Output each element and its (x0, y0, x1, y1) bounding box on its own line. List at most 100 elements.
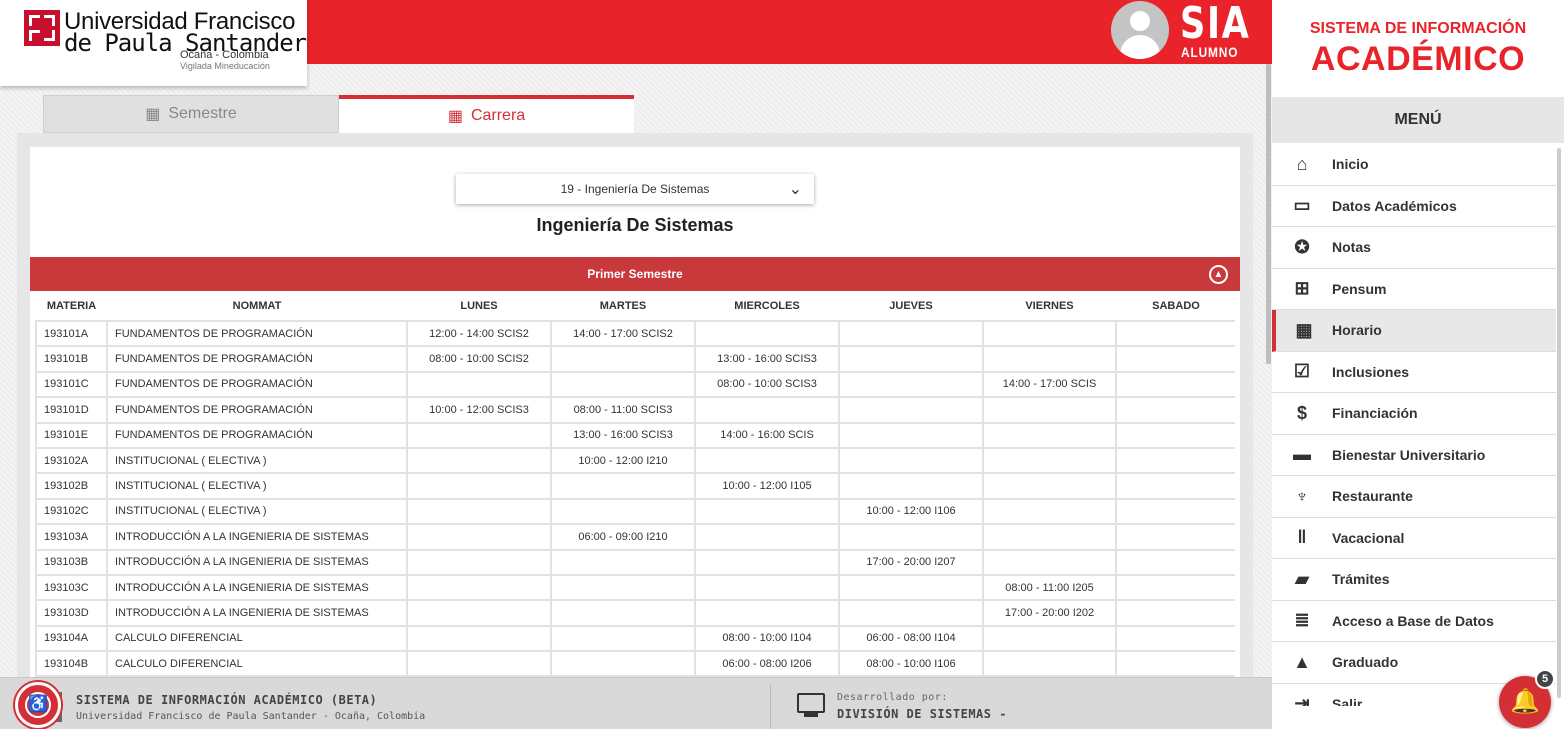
schedule-cell (982, 624, 1117, 653)
schedule-table-container: MATERIA NOMMAT LUNES MARTES MIERCOLES JU… (35, 292, 1235, 678)
column-header[interactable]: SABADO (1116, 292, 1235, 321)
schedule-cell (694, 497, 840, 526)
sidebar-item-inicio[interactable]: ⌂ Inicio (1272, 144, 1556, 186)
table-row: 193101B FUNDAMENTOS DE PROGRAMACIÓN 08:00 … (35, 345, 1235, 373)
column-header[interactable]: MATERIA (36, 292, 107, 321)
sidebar-item-tramites[interactable]: ▰ Trámites (1272, 559, 1556, 601)
tab-carrera[interactable]: ▦ Carrera (339, 95, 634, 133)
table-row: 193103C INTRODUCCIÓN A LA INGENIERIA DE S… (35, 573, 1235, 602)
sidebar-item-horario[interactable]: ▦ Horario (1272, 310, 1556, 352)
user-avatar-icon[interactable] (1111, 1, 1169, 59)
schedule-cell (550, 573, 696, 602)
schedule-cell (1115, 472, 1235, 500)
column-header[interactable]: NOMMAT (107, 292, 407, 321)
monitor-icon (797, 693, 825, 713)
column-header[interactable]: LUNES (407, 292, 551, 321)
sitemap-icon: ⊞ (1294, 278, 1310, 299)
books-icon: ‖ (1297, 527, 1307, 548)
exit-icon: ⇥ (1294, 693, 1310, 706)
menu-heading: MENÚ (1272, 97, 1564, 143)
column-header[interactable]: JUEVES (839, 292, 983, 321)
schedule-cell (550, 624, 696, 653)
table-row: 193102C INSTITUCIONAL ( ELECTIVA ) 10:00 -… (35, 497, 1235, 526)
dollar-icon: $ (1296, 402, 1307, 423)
course-code-cell: 193104B (35, 650, 108, 678)
schedule-cell (838, 370, 984, 399)
sidebar-item-label: Restaurante (1332, 488, 1413, 505)
main-scrollbar[interactable] (1266, 64, 1271, 364)
schedule-cell: 08:00 - 10:00 I106 (838, 650, 984, 678)
sidebar-item-bienestar[interactable]: ▬ Bienestar Universitario (1272, 435, 1556, 476)
course-name-cell: CALCULO DIFERENCIAL (106, 624, 408, 653)
sidebar-item-label: Trámites (1332, 571, 1390, 588)
course-name-cell: INTRODUCCIÓN A LA INGENIERIA DE SISTEMAS (106, 548, 408, 576)
sidebar-item-financiacion[interactable]: $ Financiación (1272, 393, 1556, 435)
table-row: 193104A CALCULO DIFERENCIAL 08:00 - 10:00 … (35, 624, 1235, 653)
table-row: 193103B INTRODUCCIÓN A LA INGENIERIA DE S… (35, 548, 1235, 576)
sidebar-item-pensum[interactable]: ⊞ Pensum (1272, 269, 1556, 310)
sidebar-item-inclusiones[interactable]: ☑ Inclusiones (1272, 352, 1556, 393)
career-title: Ingeniería De Sistemas (536, 215, 734, 235)
course-name-cell: INSTITUCIONAL ( ELECTIVA ) (106, 446, 408, 475)
sidebar-title-big: ACADÉMICO (1310, 40, 1526, 78)
column-header[interactable]: VIERNES (983, 292, 1116, 321)
schedule-cell (694, 523, 840, 551)
schedule-cell (406, 548, 552, 576)
sidebar-item-vacacional[interactable]: ‖ Vacacional (1272, 518, 1556, 559)
schedule-cell (1115, 599, 1235, 627)
semester-header[interactable]: Primer Semestre ▲ (30, 257, 1240, 291)
footer-dev-label: Desarrollado por: (837, 692, 948, 703)
schedule-cell: 13:00 - 16:00 SCIS3 (550, 421, 696, 449)
university-logo[interactable]: Universidad Francisco de Paula Santander… (0, 0, 307, 86)
database-icon: ≣ (1294, 610, 1310, 631)
calendar-icon: ▦ (145, 106, 161, 123)
sidebar-item-notas[interactable]: ✪ Notas (1272, 227, 1556, 269)
schedule-cell: 12:00 - 14:00 SCIS2 (406, 319, 552, 348)
schedule-cell (550, 548, 696, 576)
schedule-cell (406, 472, 552, 500)
course-name-cell: FUNDAMENTOS DE PROGRAMACIÓN (106, 370, 408, 399)
schedule-cell (838, 599, 984, 627)
schedule-cell (838, 446, 984, 475)
column-header[interactable]: MARTES (551, 292, 695, 321)
tab-semestre[interactable]: ▦ Semestre (43, 95, 339, 133)
schedule-cell: 14:00 - 17:00 SCIS2 (550, 319, 696, 348)
accessibility-button[interactable]: ♿ (15, 682, 61, 728)
column-header[interactable]: MIERCOLES (695, 292, 839, 321)
sidebar-title-small: SISTEMA DE INFORMACIÓN (1309, 20, 1527, 37)
schedule-cell (1115, 345, 1235, 373)
schedule-cell (838, 523, 984, 551)
sidebar-menu: ⌂ Inicio ▭ Datos Académicos ✪ Notas ⊞ Pensum… (1272, 144, 1556, 706)
table-row: 193101E FUNDAMENTOS DE PROGRAMACIÓN 13:00 … (35, 421, 1235, 449)
course-code-cell: 193101B (35, 345, 108, 373)
course-name-cell: FUNDAMENTOS DE PROGRAMACIÓN (106, 319, 408, 348)
sidebar-item-restaurante[interactable]: ♆ Restaurante (1272, 476, 1556, 518)
schedule-cell (406, 421, 552, 449)
schedule-cell (1115, 497, 1235, 526)
collapse-up-icon[interactable]: ▲ (1209, 265, 1228, 284)
schedule-cell (694, 319, 840, 348)
course-name-cell: INTRODUCCIÓN A LA INGENIERIA DE SISTEMAS (106, 573, 408, 602)
sidebar-item-base-datos[interactable]: ≣ Acceso a Base de Datos (1272, 601, 1556, 642)
medal-icon: ✪ (1294, 236, 1310, 257)
sidebar-scrollbar[interactable] (1557, 148, 1561, 698)
monitor-stand-icon (804, 713, 818, 717)
schedule-cell (694, 446, 840, 475)
chevron-down-icon: ⌄ (788, 181, 802, 198)
schedule-cell (550, 345, 696, 373)
table-row: 193103A INTRODUCCIÓN A LA INGENIERIA DE S… (35, 523, 1235, 551)
career-select[interactable]: 19 - Ingeniería De Sistemas ⌄ (456, 174, 814, 204)
schedule-cell (694, 396, 840, 424)
sidebar-item-label: Notas (1332, 239, 1371, 256)
notification-count-badge[interactable]: 5 (1535, 669, 1555, 689)
schedule-cell (982, 523, 1117, 551)
table-row: 193101D FUNDAMENTOS DE PROGRAMACIÓN 10:00 … (35, 396, 1235, 424)
sidebar-item-datos-academicos[interactable]: ▭ Datos Académicos (1272, 186, 1556, 227)
course-code-cell: 193101A (35, 319, 108, 348)
sidebar: SISTEMA DE INFORMACIÓN ACADÉMICO MENÚ ⌂ I… (1272, 0, 1564, 729)
schedule-cell (838, 472, 984, 500)
course-name-cell: FUNDAMENTOS DE PROGRAMACIÓN (106, 345, 408, 373)
semester-title: Primer Semestre (587, 267, 683, 281)
checkbox-icon: ☑ (1293, 361, 1311, 382)
schedule-cell (982, 421, 1117, 449)
